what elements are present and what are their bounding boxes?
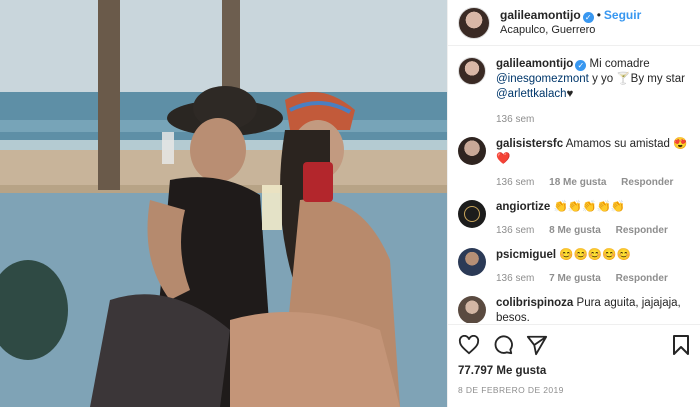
comment-username[interactable]: colibrispinoza bbox=[496, 297, 573, 309]
verified-icon: ✓ bbox=[582, 12, 594, 23]
comment-time[interactable]: 136 sem bbox=[496, 273, 534, 284]
comment-likes[interactable]: 7 Me gusta bbox=[549, 273, 601, 284]
comment-likes[interactable]: 8 Me gusta bbox=[549, 225, 601, 236]
comment-row: colibrispinoza Pura aguita, jajajaja, be… bbox=[448, 286, 700, 323]
separator-dot: • bbox=[596, 8, 601, 22]
comment-avatar[interactable] bbox=[458, 137, 486, 165]
follow-button[interactable]: Seguir bbox=[604, 8, 641, 22]
post-date[interactable]: 8 DE FEBRERO DE 2019 bbox=[458, 385, 690, 395]
instagram-post: galileamontijo ✓ • Seguir Acapulco, Guerrer… bbox=[0, 0, 700, 407]
likes-count[interactable]: 77.797 Me gusta bbox=[458, 365, 690, 377]
comment-row: galisistersfc Amamos su amistad 😍❤️ 136 … bbox=[448, 127, 700, 190]
post-side-panel: galileamontijo ✓ • Seguir Acapulco, Guerrer… bbox=[447, 0, 700, 407]
comment-avatar[interactable] bbox=[458, 248, 486, 276]
reply-button[interactable]: Responder bbox=[621, 177, 673, 188]
caption-time[interactable]: 136 sem bbox=[496, 114, 534, 125]
post-photo[interactable] bbox=[0, 0, 447, 407]
author-avatar[interactable] bbox=[458, 6, 490, 39]
comment-username[interactable]: galisistersfc bbox=[496, 138, 563, 150]
comment-row: psicmiguel 😊😊😊😊😊 136 sem 7 Me gusta Resp… bbox=[448, 238, 700, 286]
caption-username[interactable]: galileamontijo bbox=[496, 58, 573, 70]
verified-icon: ✓ bbox=[575, 60, 587, 71]
action-bar: 77.797 Me gusta 8 DE FEBRERO DE 2019 bbox=[448, 324, 700, 395]
post-header: galileamontijo ✓ • Seguir Acapulco, Guerrer… bbox=[448, 0, 700, 46]
reply-button[interactable]: Responder bbox=[616, 273, 668, 284]
heart-icon[interactable] bbox=[458, 335, 480, 355]
likes-number: 77.797 bbox=[458, 365, 494, 377]
caption-mention-2[interactable]: @arlettkalach bbox=[496, 88, 566, 100]
comment-text: 😊😊😊😊😊 bbox=[559, 249, 631, 261]
comment-avatar[interactable] bbox=[458, 200, 486, 228]
comment-icon[interactable] bbox=[492, 334, 514, 356]
comment-likes[interactable]: 18 Me gusta bbox=[549, 177, 606, 188]
likes-label: Me gusta bbox=[496, 365, 547, 377]
comments-list[interactable]: galileamontijo ✓ Mi comadre @inesgomezmon… bbox=[448, 47, 700, 323]
share-icon[interactable] bbox=[526, 334, 548, 356]
comment-row: angiortize 👏👏👏👏👏 136 sem 8 Me gusta Resp… bbox=[448, 190, 700, 238]
caption-row: galileamontijo ✓ Mi comadre @inesgomezmon… bbox=[448, 47, 700, 127]
comment-time[interactable]: 136 sem bbox=[496, 177, 534, 188]
caption-text-end: ♥ bbox=[566, 88, 574, 100]
comment-time[interactable]: 136 sem bbox=[496, 225, 534, 236]
location-link[interactable]: Acapulco, Guerrero bbox=[500, 23, 641, 37]
caption-avatar[interactable] bbox=[458, 57, 486, 85]
comment-text: 👏👏👏👏👏 bbox=[553, 201, 626, 213]
comment-username[interactable]: psicmiguel bbox=[496, 249, 556, 261]
caption-mention-1[interactable]: @inesgomezmont bbox=[496, 73, 589, 85]
author-username[interactable]: galileamontijo bbox=[500, 8, 581, 22]
caption-text-mid: y yo 🍸By my star bbox=[592, 73, 685, 85]
bookmark-icon[interactable] bbox=[672, 334, 690, 356]
caption-text-start: Mi comadre bbox=[589, 58, 650, 70]
reply-button[interactable]: Responder bbox=[616, 225, 668, 236]
comment-avatar[interactable] bbox=[458, 296, 486, 323]
comment-username[interactable]: angiortize bbox=[496, 201, 550, 213]
